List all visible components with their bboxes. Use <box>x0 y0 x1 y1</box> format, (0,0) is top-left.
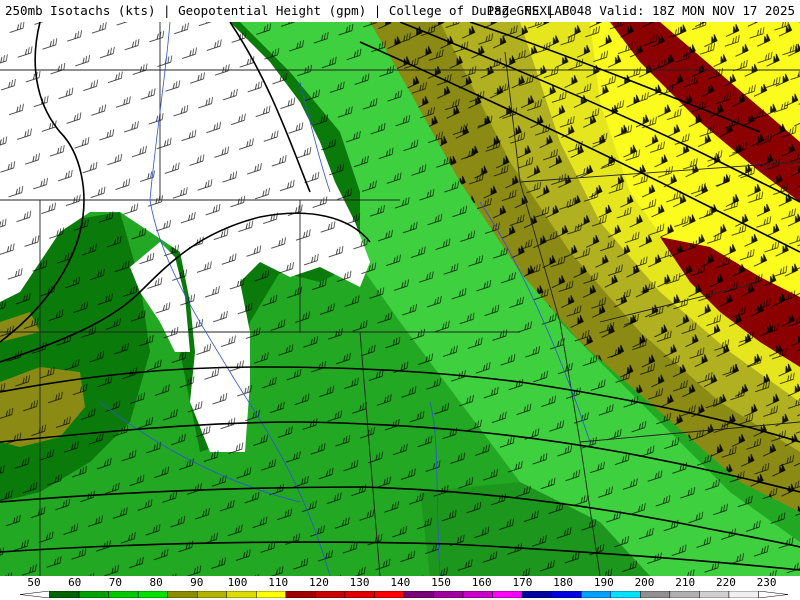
model-run: 18Z GFS <box>486 3 540 18</box>
legend-label: 120 <box>308 576 329 589</box>
legend-label: 110 <box>268 576 289 589</box>
legend-swatch <box>521 591 552 598</box>
legend-label: 50 <box>27 576 41 589</box>
legend-arrow-left <box>20 591 50 598</box>
legend-label: 220 <box>715 576 736 589</box>
legend-label: 90 <box>190 576 204 589</box>
legend-colorbar <box>20 591 788 598</box>
legend-label: 130 <box>349 576 370 589</box>
legend-swatch <box>580 591 612 598</box>
legend-swatch <box>551 591 582 598</box>
legend-swatch <box>137 591 168 598</box>
legend-label: 60 <box>68 576 82 589</box>
legend-swatch <box>108 591 139 598</box>
legend-swatch <box>78 591 109 598</box>
forecast-hour: F048 <box>561 3 592 18</box>
legend-swatch <box>669 591 700 598</box>
valid-time: Valid: 18Z MON NOV 17 2025 <box>599 3 795 18</box>
legend-swatch <box>285 591 316 598</box>
legend-label: 100 <box>227 576 248 589</box>
header-left: 250mb Isotachs (kts) | Geopotential Heig… <box>5 3 570 18</box>
legend-label: 170 <box>512 576 533 589</box>
legend-swatch <box>196 591 228 598</box>
legend-label: 190 <box>593 576 614 589</box>
legend-swatch <box>374 591 405 598</box>
legend-arrow-right <box>758 591 788 598</box>
legend-swatch <box>344 591 375 598</box>
map-canvas <box>0 22 800 576</box>
field-title: Geopotential Height (gpm) <box>178 3 367 18</box>
weather-map <box>0 22 800 576</box>
legend-swatch <box>640 591 671 598</box>
legend-label: 140 <box>390 576 411 589</box>
header: 250mb Isotachs (kts) | Geopotential Heig… <box>0 0 800 22</box>
legend-labels: 50 60 70 80 90 100 110 120 130 140 150 160 170 180 190… <box>0 576 800 589</box>
legend-label: 210 <box>675 576 696 589</box>
legend-swatch <box>492 591 523 598</box>
product-title: 250mb Isotachs (kts) <box>5 3 156 18</box>
legend-label: 80 <box>149 576 163 589</box>
legend-swatch <box>728 591 759 598</box>
legend-label: 160 <box>471 576 492 589</box>
legend-swatch <box>433 591 464 598</box>
legend-label: 180 <box>553 576 574 589</box>
header-right: 18Z GFS | F048 Valid: 18Z MON NOV 17 202… <box>486 3 795 18</box>
color-legend: 50 60 70 80 90 100 110 120 130 140 150 160 170 180 190… <box>0 576 800 600</box>
legend-swatch <box>699 591 730 598</box>
legend-swatch <box>49 591 80 598</box>
legend-swatch <box>462 591 493 598</box>
legend-label: 230 <box>756 576 777 589</box>
legend-swatch <box>167 591 198 598</box>
legend-swatch <box>226 591 257 598</box>
legend-swatch <box>610 591 641 598</box>
legend-label: 150 <box>431 576 451 589</box>
legend-swatch <box>315 591 346 598</box>
legend-label: 200 <box>634 576 655 589</box>
legend-swatch <box>256 591 287 598</box>
legend-swatch <box>403 591 434 598</box>
legend-label: 70 <box>108 576 123 589</box>
